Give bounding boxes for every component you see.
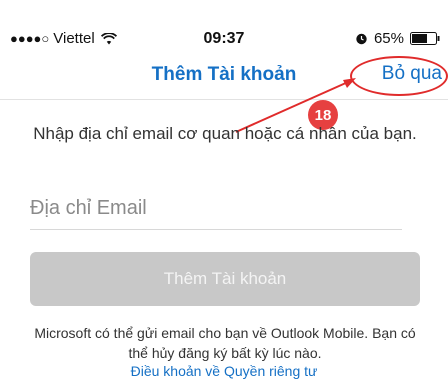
instruction-text: Nhập địa chỉ email cơ quan hoặc cá nhân … xyxy=(33,124,417,143)
privacy-terms-link[interactable]: Điều khoản về Quyền riêng tư xyxy=(0,363,448,379)
status-bar: ●●●●○ Viettel 09:37 65% xyxy=(0,0,448,48)
add-account-button[interactable]: Thêm Tài khoản xyxy=(30,252,420,306)
battery-icon xyxy=(410,32,440,45)
status-right: 65% xyxy=(355,30,440,47)
email-field[interactable] xyxy=(30,188,402,230)
alarm-icon xyxy=(356,33,367,45)
battery-percent: 65% xyxy=(373,30,404,47)
disclaimer-text: Microsoft có thể gửi email cho bạn về Ou… xyxy=(34,325,416,361)
annotation-highlight-circle xyxy=(350,56,448,96)
